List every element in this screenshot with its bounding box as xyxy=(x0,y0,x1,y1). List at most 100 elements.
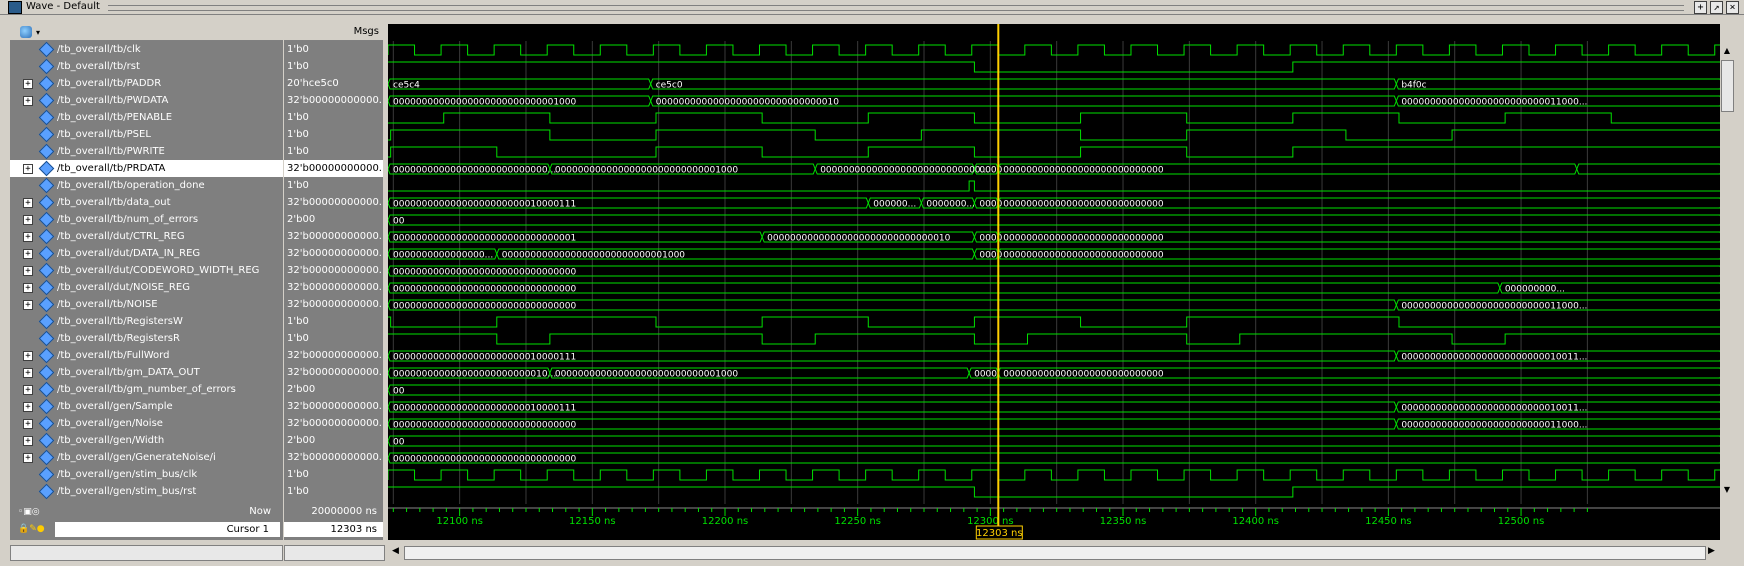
signal-value-row[interactable]: 2'b00 xyxy=(284,381,383,398)
expand-icon[interactable]: + xyxy=(23,351,33,361)
signal-row[interactable]: + /tb_overall/tb/gm_DATA_OUT xyxy=(10,364,283,381)
signal-row[interactable]: /tb_overall/tb/PSEL xyxy=(10,126,283,143)
expand-icon[interactable]: + xyxy=(23,300,33,310)
add-icon[interactable]: + xyxy=(1694,1,1707,14)
signal-row[interactable]: + /tb_overall/gen/Noise xyxy=(10,415,283,432)
signal-row[interactable]: /tb_overall/tb/RegistersW xyxy=(10,313,283,330)
signal-row[interactable]: /tb_overall/tb/operation_done xyxy=(10,177,283,194)
wave-tools-icon[interactable] xyxy=(20,26,32,38)
signal-row[interactable]: /tb_overall/gen/stim_bus/clk xyxy=(10,466,283,483)
dock-icon[interactable]: ↗ xyxy=(1710,1,1723,14)
signal-value-row[interactable]: 1'b0 xyxy=(284,330,383,347)
titlebar-grip[interactable] xyxy=(108,5,1684,11)
signal-row[interactable]: /tb_overall/tb/RegistersR xyxy=(10,330,283,347)
scroll-down-icon[interactable]: ▼ xyxy=(1721,484,1733,496)
signal-row[interactable]: + /tb_overall/tb/num_of_errors xyxy=(10,211,283,228)
signal-value-row[interactable]: 32'b00000000000... xyxy=(284,296,383,313)
signal-row[interactable]: + /tb_overall/dut/CODEWORD_WIDTH_REG xyxy=(10,262,283,279)
signal-row[interactable]: + /tb_overall/tb/NOISE xyxy=(10,296,283,313)
signal-row[interactable]: /tb_overall/tb/rst xyxy=(10,58,283,75)
expand-icon[interactable]: + xyxy=(23,266,33,276)
signal-value: 2'b00 xyxy=(287,384,316,395)
signal-diamond-icon xyxy=(38,262,55,279)
signal-value-row[interactable]: 1'b0 xyxy=(284,143,383,160)
signal-row[interactable]: + /tb_overall/dut/CTRL_REG xyxy=(10,228,283,245)
waveform-canvas[interactable]: ce5c4 ce5c0 b4f0c0000000000000000000000000… xyxy=(387,24,1723,504)
signal-row[interactable]: + /tb_overall/tb/FullWord xyxy=(10,347,283,364)
vscroll-thumb[interactable] xyxy=(1721,60,1734,112)
signal-row[interactable]: + /tb_overall/tb/gm_number_of_errors xyxy=(10,381,283,398)
names-hscroll[interactable] xyxy=(10,545,283,561)
expand-icon[interactable]: + xyxy=(23,79,33,89)
now-cursor-name-pane: ◦▣◎ Now 🔒✎● Cursor 1 xyxy=(10,504,283,540)
signal-diamond-icon xyxy=(38,58,55,75)
signal-value-row[interactable]: 32'b00000000000... xyxy=(284,160,383,177)
signal-row[interactable]: /tb_overall/tb/PENABLE xyxy=(10,109,283,126)
wave-hscroll-thumb[interactable] xyxy=(404,546,1706,560)
signal-value-row[interactable]: 20'hce5c0 xyxy=(284,75,383,92)
name-pane-header: ▾ xyxy=(10,24,283,41)
scroll-right-icon[interactable]: ▶ xyxy=(1708,546,1715,556)
values-hscroll[interactable] xyxy=(284,545,385,561)
close-icon[interactable]: × xyxy=(1726,1,1739,14)
signal-row[interactable]: + /tb_overall/gen/Width xyxy=(10,432,283,449)
signal-value-row[interactable]: 1'b0 xyxy=(284,109,383,126)
signal-value-row[interactable]: 32'b00000000000... xyxy=(284,398,383,415)
signal-name: /tb_overall/tb/PENABLE xyxy=(57,112,173,123)
signal-value-row[interactable]: 32'b00000000000... xyxy=(284,279,383,296)
expand-icon[interactable]: + xyxy=(23,419,33,429)
signal-value-row[interactable]: 32'b00000000000... xyxy=(284,262,383,279)
signal-value-row[interactable]: 32'b00000000000... xyxy=(284,364,383,381)
signal-value-row[interactable]: 32'b00000000000... xyxy=(284,415,383,432)
wave-window-icon xyxy=(8,1,22,14)
scroll-up-icon[interactable]: ▲ xyxy=(1721,45,1733,57)
expand-icon[interactable]: + xyxy=(23,215,33,225)
expand-icon[interactable]: + xyxy=(23,198,33,208)
expand-icon[interactable]: + xyxy=(23,232,33,242)
signal-value-row[interactable]: 32'b00000000000... xyxy=(284,449,383,466)
signal-row[interactable]: + /tb_overall/tb/data_out xyxy=(10,194,283,211)
time-tick-label: 12150 ns xyxy=(569,516,616,527)
signal-value-row[interactable]: 2'b00 xyxy=(284,211,383,228)
signal-value-row[interactable]: 32'b00000000000... xyxy=(284,347,383,364)
signal-value-row[interactable]: 32'b00000000000... xyxy=(284,245,383,262)
bus-value-label: 0000000000000000000000000010011... xyxy=(1401,404,1587,414)
expand-icon[interactable]: + xyxy=(23,283,33,293)
expand-icon[interactable]: + xyxy=(23,368,33,378)
signal-row[interactable]: /tb_overall/tb/clk xyxy=(10,41,283,58)
now-tools-icon[interactable]: ◦▣◎ xyxy=(18,507,48,517)
signal-value-row[interactable]: 2'b00 xyxy=(284,432,383,449)
signal-value-row[interactable]: 32'b00000000000... xyxy=(284,92,383,109)
signal-row[interactable]: + /tb_overall/dut/DATA_IN_REG xyxy=(10,245,283,262)
expand-icon[interactable]: + xyxy=(23,385,33,395)
signal-value-row[interactable]: 32'b00000000000... xyxy=(284,228,383,245)
waveform-pane[interactable]: ce5c4 ce5c0 b4f0c 0000000000000000000000000… xyxy=(387,24,1723,504)
signal-row[interactable]: + /tb_overall/dut/NOISE_REG xyxy=(10,279,283,296)
signal-row[interactable]: + /tb_overall/tb/PRDATA xyxy=(10,160,283,177)
expand-icon[interactable]: + xyxy=(23,436,33,446)
chevron-down-icon[interactable]: ▾ xyxy=(36,28,40,37)
signal-value-row[interactable]: 1'b0 xyxy=(284,126,383,143)
expand-icon[interactable]: + xyxy=(23,249,33,259)
signal-row[interactable]: + /tb_overall/tb/PADDR xyxy=(10,75,283,92)
signal-value-row[interactable]: 1'b0 xyxy=(284,177,383,194)
signal-value-row[interactable]: 1'b0 xyxy=(284,483,383,500)
signal-row[interactable]: /tb_overall/tb/PWRITE xyxy=(10,143,283,160)
cursor-tools-icon[interactable]: 🔒✎● xyxy=(18,524,48,536)
expand-icon[interactable]: + xyxy=(23,164,33,174)
vertical-scrollbar[interactable]: ▲ ▼ xyxy=(1720,44,1734,498)
expand-icon[interactable]: + xyxy=(23,96,33,106)
signal-row[interactable]: + /tb_overall/tb/PWDATA xyxy=(10,92,283,109)
signal-row[interactable]: + /tb_overall/gen/GenerateNoise/i xyxy=(10,449,283,466)
scroll-left-icon[interactable]: ◀ xyxy=(392,546,399,556)
horizontal-scrollbar[interactable]: ◀ ▶ xyxy=(0,544,1744,561)
signal-value-row[interactable]: 1'b0 xyxy=(284,58,383,75)
expand-icon[interactable]: + xyxy=(23,402,33,412)
signal-value-row[interactable]: 32'b00000000000... xyxy=(284,194,383,211)
signal-value-row[interactable]: 1'b0 xyxy=(284,466,383,483)
expand-icon[interactable]: + xyxy=(23,453,33,463)
signal-value-row[interactable]: 1'b0 xyxy=(284,313,383,330)
signal-value-row[interactable]: 1'b0 xyxy=(284,41,383,58)
signal-row[interactable]: + /tb_overall/gen/Sample xyxy=(10,398,283,415)
signal-row[interactable]: /tb_overall/gen/stim_bus/rst xyxy=(10,483,283,500)
